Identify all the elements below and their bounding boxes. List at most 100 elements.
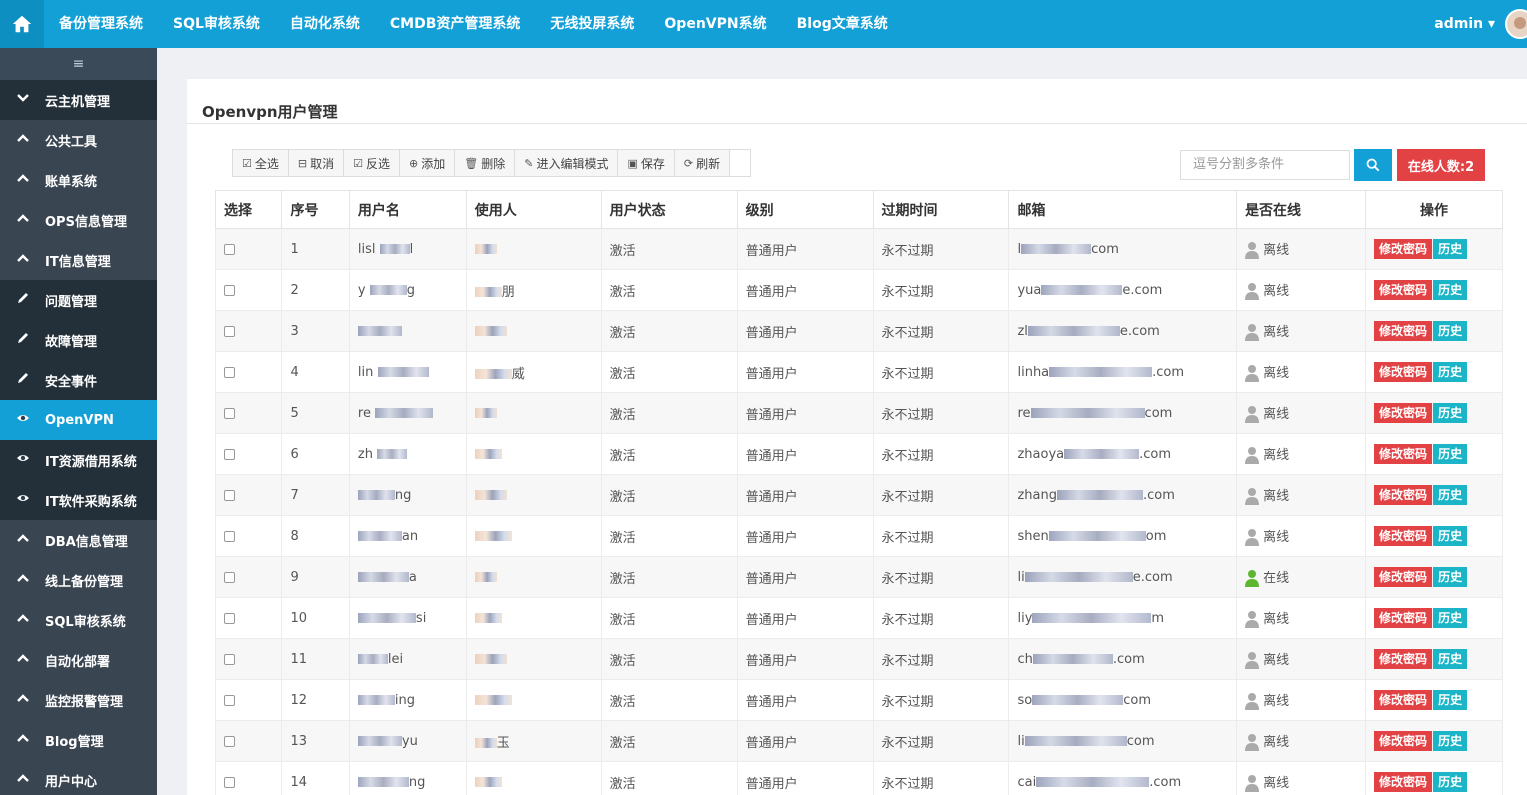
change-password-button[interactable]: 修改密码 <box>1373 403 1432 423</box>
sidebar-item-14[interactable]: 自动化部署 <box>0 640 157 680</box>
select-cell[interactable] <box>214 474 283 516</box>
table-row[interactable]: 1 lisl l 激活 普通用户 永不过期 l com 离线 修改密码 历史 <box>214 228 1504 270</box>
history-button[interactable]: 历史 <box>1433 362 1468 382</box>
delete-button[interactable]: 🗑 删除 <box>455 150 516 176</box>
table-row[interactable]: 14 ng 激活 普通用户 永不过期 cai .com 离线 修改密码 历史 <box>214 761 1504 795</box>
row-checkbox[interactable] <box>224 325 235 337</box>
change-password-button[interactable]: 修改密码 <box>1373 321 1432 341</box>
row-checkbox[interactable] <box>224 407 235 419</box>
row-checkbox[interactable] <box>224 653 235 665</box>
history-button[interactable]: 历史 <box>1433 567 1468 587</box>
sidebar-item-1[interactable]: 公共工具 <box>0 120 157 160</box>
nav-item-6[interactable]: Blog文章系统 <box>782 0 903 48</box>
sidebar-item-10[interactable]: IT软件采购系统 <box>0 480 157 520</box>
sidebar-item-6[interactable]: 故障管理 <box>0 320 157 360</box>
table-row[interactable]: 9 a 激活 普通用户 永不过期 li e.com 在线 修改密码 历史 <box>214 556 1504 598</box>
table-row[interactable]: 4 lin 威 激活 普通用户 永不过期 linha .com 离线 修改密码 历史 <box>214 351 1504 393</box>
history-button[interactable]: 历史 <box>1433 239 1468 259</box>
select-cell[interactable] <box>214 392 283 434</box>
select-cell[interactable] <box>214 597 283 639</box>
change-password-button[interactable]: 修改密码 <box>1373 526 1432 546</box>
select-cell[interactable] <box>214 310 283 352</box>
sidebar-item-13[interactable]: SQL审核系统 <box>0 600 157 640</box>
invert-button[interactable]: ☑ 反选 <box>344 150 401 176</box>
change-password-button[interactable]: 修改密码 <box>1373 772 1432 792</box>
history-button[interactable]: 历史 <box>1433 649 1468 669</box>
history-button[interactable]: 历史 <box>1433 403 1468 423</box>
sidebar-item-9[interactable]: IT资源借用系统 <box>0 440 157 480</box>
row-checkbox[interactable] <box>224 612 235 624</box>
change-password-button[interactable]: 修改密码 <box>1373 567 1432 587</box>
avatar[interactable] <box>1505 9 1527 39</box>
nav-item-4[interactable]: 无线投屏系统 <box>535 0 649 48</box>
cancel-button[interactable]: ⊟ 取消 <box>288 150 345 176</box>
history-button[interactable]: 历史 <box>1433 731 1468 751</box>
select-cell[interactable] <box>214 638 283 680</box>
add-button[interactable]: ⊕ 添加 <box>400 150 456 176</box>
sidebar-item-12[interactable]: 线上备份管理 <box>0 560 157 600</box>
user-menu[interactable]: admin ▾ <box>1434 16 1495 32</box>
select-cell[interactable] <box>214 761 283 795</box>
history-button[interactable]: 历史 <box>1433 321 1468 341</box>
select-cell[interactable] <box>214 269 283 311</box>
nav-item-5[interactable]: OpenVPN系统 <box>649 0 781 48</box>
change-password-button[interactable]: 修改密码 <box>1373 731 1432 751</box>
history-button[interactable]: 历史 <box>1433 772 1468 792</box>
table-row[interactable]: 5 re 激活 普通用户 永不过期 re com 离线 修改密码 历史 <box>214 392 1504 434</box>
table-row[interactable]: 13 yu 玉 激活 普通用户 永不过期 li com 离线 修改密码 历史 <box>214 720 1504 762</box>
history-button[interactable]: 历史 <box>1433 280 1468 300</box>
row-checkbox[interactable] <box>224 735 235 747</box>
history-button[interactable]: 历史 <box>1433 608 1468 628</box>
edit-mode-button[interactable]: ✎ 进入编辑模式 <box>515 150 619 176</box>
sidebar-item-3[interactable]: OPS信息管理 <box>0 200 157 240</box>
row-checkbox[interactable] <box>224 366 235 378</box>
sidebar-item-15[interactable]: 监控报警管理 <box>0 680 157 720</box>
sidebar-item-17[interactable]: 用户中心 <box>0 760 157 795</box>
select-cell[interactable] <box>214 515 283 557</box>
row-checkbox[interactable] <box>224 776 235 788</box>
row-checkbox[interactable] <box>224 284 235 296</box>
nav-item-2[interactable]: 自动化系统 <box>275 0 375 48</box>
change-password-button[interactable]: 修改密码 <box>1373 444 1432 464</box>
sidebar-item-16[interactable]: Blog管理 <box>0 720 157 760</box>
search-input[interactable]: 逗号分割多条件 <box>1180 150 1350 180</box>
sidebar-item-8[interactable]: OpenVPN <box>0 400 157 440</box>
history-button[interactable]: 历史 <box>1433 690 1468 710</box>
sidebar-item-2[interactable]: 账单系统 <box>0 160 157 200</box>
table-row[interactable]: 11 lei 激活 普通用户 永不过期 ch .com 离线 修改密码 历史 <box>214 638 1504 680</box>
sidebar-item-7[interactable]: 安全事件 <box>0 360 157 400</box>
table-row[interactable]: 2y g 朋 激活 普通用户 永不过期 yua e.com 离线 修改密码 历史 <box>214 269 1504 311</box>
select-cell[interactable] <box>214 433 283 475</box>
change-password-button[interactable]: 修改密码 <box>1373 608 1432 628</box>
row-checkbox[interactable] <box>224 530 235 542</box>
table-row[interactable]: 12 ing 激活 普通用户 永不过期 so com 离线 修改密码 历史 <box>214 679 1504 721</box>
nav-item-3[interactable]: CMDB资产管理系统 <box>375 0 536 48</box>
search-button[interactable] <box>1354 149 1392 181</box>
sidebar-item-4[interactable]: IT信息管理 <box>0 240 157 280</box>
history-button[interactable]: 历史 <box>1433 526 1468 546</box>
history-button[interactable]: 历史 <box>1433 485 1468 505</box>
nav-item-0[interactable]: 备份管理系统 <box>44 0 158 48</box>
select-cell[interactable] <box>214 351 283 393</box>
change-password-button[interactable]: 修改密码 <box>1373 649 1432 669</box>
change-password-button[interactable]: 修改密码 <box>1373 239 1432 259</box>
refresh-button[interactable]: ⟳ 刷新 <box>674 150 731 176</box>
nav-item-1[interactable]: SQL审核系统 <box>158 0 275 48</box>
table-row[interactable]: 3 激活 普通用户 永不过期 zl e.com 离线 修改密码 历史 <box>214 310 1504 352</box>
row-checkbox[interactable] <box>224 489 235 501</box>
table-row[interactable]: 8 an 激活 普通用户 永不过期 shen om 离线 修改密码 历史 <box>214 515 1504 557</box>
save-button[interactable]: ▣ 保存 <box>618 150 675 176</box>
row-checkbox[interactable] <box>224 243 235 255</box>
table-row[interactable]: 7 ng 激活 普通用户 永不过期 zhang .com 离线 修改密码 历史 <box>214 474 1504 516</box>
sidebar-item-5[interactable]: 问题管理 <box>0 280 157 320</box>
online-count-button[interactable]: 在线人数:2 <box>1397 149 1485 181</box>
select-all-button[interactable]: ☑ 全选 <box>233 150 289 176</box>
table-row[interactable]: 10 si 激活 普通用户 永不过期 liy m 离线 修改密码 历史 <box>214 597 1504 639</box>
select-cell[interactable] <box>214 720 283 762</box>
change-password-button[interactable]: 修改密码 <box>1373 362 1432 382</box>
select-cell[interactable] <box>214 556 283 598</box>
select-cell[interactable] <box>214 228 283 270</box>
row-checkbox[interactable] <box>224 694 235 706</box>
change-password-button[interactable]: 修改密码 <box>1373 280 1432 300</box>
change-password-button[interactable]: 修改密码 <box>1373 485 1432 505</box>
